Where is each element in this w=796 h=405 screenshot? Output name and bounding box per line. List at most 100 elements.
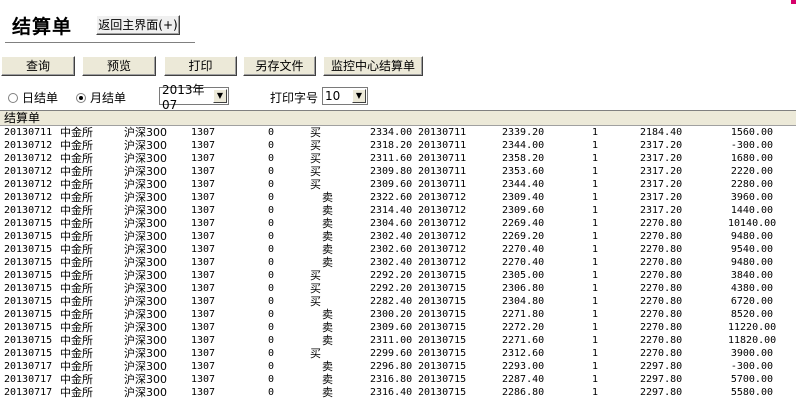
cell-exchange: 中金所 [60, 126, 93, 139]
cell-flag: 0 [268, 309, 275, 320]
table-row[interactable]: 20130712 中金所 沪深300 1307 0 买 2311.60 20130711 235… [0, 152, 796, 165]
cell-settle-price: 2270.80 [640, 218, 683, 229]
table-row[interactable]: 20130717 中金所 沪深300 1307 0 卖 2316.40 20130715 228… [0, 386, 796, 399]
cell-trade-date: 20130712 [418, 192, 467, 203]
cell-close-price: 2309.40 [502, 192, 545, 203]
cell-date: 20130712 [4, 166, 53, 177]
table-row[interactable]: 20130715 中金所 沪深300 1307 0 买 2282.40 20130715 230… [0, 295, 796, 308]
cell-settle-price: 2270.80 [640, 322, 683, 333]
table-row[interactable]: 20130712 中金所 沪深300 1307 0 买 2318.20 20130711 234… [0, 139, 796, 152]
table-row[interactable]: 20130712 中金所 沪深300 1307 0 卖 2314.40 20130712 230… [0, 204, 796, 217]
table-row[interactable]: 20130712 中金所 沪深300 1307 0 卖 2322.60 20130712 230… [0, 191, 796, 204]
cell-open-price: 2316.80 [370, 374, 413, 385]
table-row[interactable]: 20130715 中金所 沪深300 1307 0 买 2292.20 20130715 230… [0, 282, 796, 295]
cell-direction: 卖 [322, 334, 333, 347]
cell-exchange: 中金所 [60, 386, 93, 399]
cell-exchange: 中金所 [60, 243, 93, 256]
table-row[interactable]: 20130715 中金所 沪深300 1307 0 买 2292.20 20130715 230… [0, 269, 796, 282]
cell-flag: 0 [268, 322, 275, 333]
monitor-center-statement-button[interactable]: 监控中心结算单 [323, 56, 423, 76]
cell-quantity: 1 [592, 374, 599, 385]
cell-settle-price: 2317.20 [640, 192, 683, 203]
cell-open-price: 2302.60 [370, 244, 413, 255]
cell-date: 20130712 [4, 192, 53, 203]
monthly-statement-radio[interactable]: 月结单 [76, 89, 126, 106]
cell-product: 沪深300 [124, 321, 167, 334]
cell-flag: 0 [268, 270, 275, 281]
cell-flag: 0 [268, 257, 275, 268]
cell-trade-date: 20130711 [418, 127, 467, 138]
cell-date: 20130715 [4, 270, 53, 281]
cell-flag: 0 [268, 335, 275, 346]
cell-date: 20130715 [4, 257, 53, 268]
table-row[interactable]: 20130717 中金所 沪深300 1307 0 卖 2296.80 20130715 229… [0, 360, 796, 373]
table-row[interactable]: 20130717 中金所 沪深300 1307 0 卖 2316.80 20130715 228… [0, 373, 796, 386]
cell-date: 20130715 [4, 335, 53, 346]
cell-profit-loss: 2220.00 [730, 166, 773, 177]
cell-direction: 买 [310, 178, 321, 191]
cell-profit-loss: 10140.00 [728, 218, 777, 229]
cell-product: 沪深300 [124, 178, 167, 191]
cell-exchange: 中金所 [60, 282, 93, 295]
table-row[interactable]: 20130715 中金所 沪深300 1307 0 卖 2302.40 20130712 226… [0, 230, 796, 243]
cell-trade-date: 20130715 [418, 361, 467, 372]
cell-open-price: 2309.60 [370, 322, 413, 333]
cell-open-price: 2304.60 [370, 218, 413, 229]
chevron-down-icon[interactable]: ▼ [213, 89, 227, 103]
cell-quantity: 1 [592, 322, 599, 333]
cell-open-price: 2299.60 [370, 348, 413, 359]
table-row[interactable]: 20130712 中金所 沪深300 1307 0 买 2309.80 20130711 235… [0, 165, 796, 178]
cell-quantity: 1 [592, 296, 599, 307]
cell-profit-loss: 4380.00 [730, 283, 773, 294]
cell-close-price: 2270.40 [502, 257, 545, 268]
cell-contract-month: 1307 [191, 127, 216, 138]
cell-trade-date: 20130711 [418, 153, 467, 164]
cell-profit-loss: 9540.00 [730, 244, 773, 255]
cell-date: 20130717 [4, 374, 53, 385]
cell-flag: 0 [268, 361, 275, 372]
cell-date: 20130715 [4, 309, 53, 320]
cell-product: 沪深300 [124, 243, 167, 256]
table-row[interactable]: 20130712 中金所 沪深300 1307 0 买 2309.60 20130711 234… [0, 178, 796, 191]
cell-date: 20130712 [4, 179, 53, 190]
table-row[interactable]: 20130715 中金所 沪深300 1307 0 卖 2309.60 20130715 227… [0, 321, 796, 334]
table-row[interactable]: 20130715 中金所 沪深300 1307 0 卖 2302.60 20130712 227… [0, 243, 796, 256]
cell-settle-price: 2317.20 [640, 140, 683, 151]
cell-quantity: 1 [592, 244, 599, 255]
cell-settle-price: 2270.80 [640, 335, 683, 346]
cell-date: 20130712 [4, 205, 53, 216]
cell-product: 沪深300 [124, 152, 167, 165]
cell-profit-loss: 11220.00 [728, 322, 777, 333]
cell-product: 沪深300 [124, 269, 167, 282]
table-row[interactable]: 20130715 中金所 沪深300 1307 0 卖 2300.20 20130715 227… [0, 308, 796, 321]
chevron-down-icon[interactable]: ▼ [352, 89, 366, 103]
cell-product: 沪深300 [124, 360, 167, 373]
cell-flag: 0 [268, 205, 275, 216]
table-row[interactable]: 20130715 中金所 沪深300 1307 0 卖 2302.40 20130712 227… [0, 256, 796, 269]
print-button[interactable]: 打印 [164, 56, 237, 76]
save-as-button[interactable]: 另存文件 [243, 56, 316, 76]
print-font-size-select[interactable]: 10 ▼ [322, 87, 368, 105]
back-to-main-button[interactable]: 返回主界面(+) [96, 15, 180, 35]
cell-trade-date: 20130715 [418, 335, 467, 346]
cell-quantity: 1 [592, 166, 599, 177]
query-button[interactable]: 查询 [1, 56, 75, 76]
preview-button[interactable]: 预览 [82, 56, 156, 76]
font-size-select-value: 10 [325, 89, 341, 103]
month-select[interactable]: 2013年07 ▼ [159, 83, 229, 112]
cell-product: 沪深300 [124, 126, 167, 139]
cell-trade-date: 20130715 [418, 296, 467, 307]
statement-rows[interactable]: 20130711 中金所 沪深300 1307 0 买 2334.00 20130711 233… [0, 126, 796, 405]
cell-settle-price: 2270.80 [640, 231, 683, 242]
cell-direction: 买 [310, 295, 321, 308]
cell-contract-month: 1307 [191, 387, 216, 398]
daily-statement-radio[interactable]: 日结单 [8, 89, 58, 106]
table-row[interactable]: 20130715 中金所 沪深300 1307 0 卖 2304.60 20130712 226… [0, 217, 796, 230]
table-row[interactable]: 20130711 中金所 沪深300 1307 0 买 2334.00 20130711 233… [0, 126, 796, 139]
table-row[interactable]: 20130715 中金所 沪深300 1307 0 买 2299.60 20130715 231… [0, 347, 796, 360]
cell-flag: 0 [268, 153, 275, 164]
cell-product: 沪深300 [124, 191, 167, 204]
cell-quantity: 1 [592, 231, 599, 242]
cell-trade-date: 20130715 [418, 348, 467, 359]
table-row[interactable]: 20130715 中金所 沪深300 1307 0 卖 2311.00 20130715 227… [0, 334, 796, 347]
